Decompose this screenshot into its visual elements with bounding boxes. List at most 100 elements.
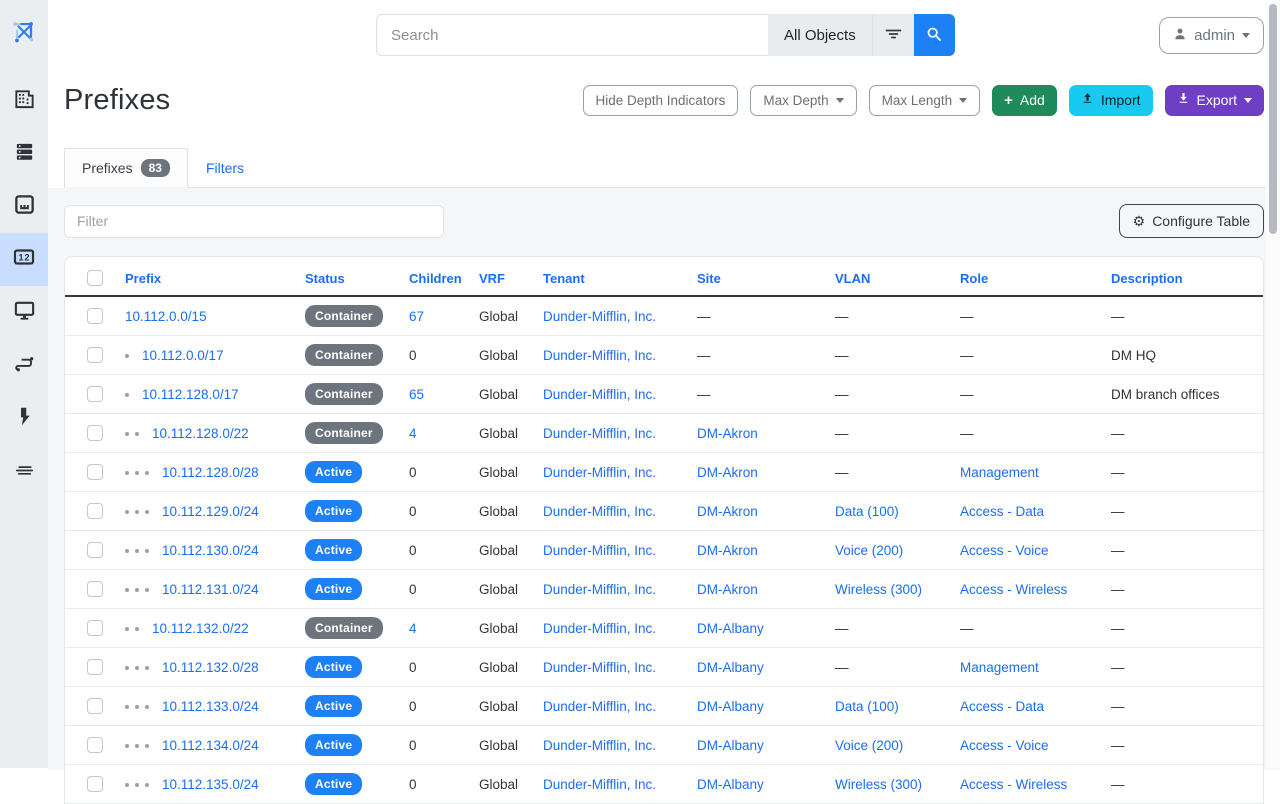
tenant-link[interactable]: Dunder-Mifflin, Inc. xyxy=(543,504,656,519)
tenant-link[interactable]: Dunder-Mifflin, Inc. xyxy=(543,465,656,480)
search-input[interactable] xyxy=(376,14,768,56)
row-checkbox[interactable] xyxy=(87,737,103,753)
vlan-link[interactable]: Wireless (300) xyxy=(835,777,922,792)
row-checkbox[interactable] xyxy=(87,776,103,792)
tenant-link[interactable]: Dunder-Mifflin, Inc. xyxy=(543,582,656,597)
max-depth-dropdown[interactable]: Max Depth xyxy=(750,85,856,116)
role-link[interactable]: Access - Wireless xyxy=(960,777,1067,792)
row-checkbox[interactable] xyxy=(87,347,103,363)
import-button[interactable]: Import xyxy=(1069,85,1153,116)
sidebar-item-power[interactable] xyxy=(0,392,48,445)
site-link[interactable]: DM-Albany xyxy=(697,777,764,792)
tenant-link[interactable]: Dunder-Mifflin, Inc. xyxy=(543,738,656,753)
hide-depth-indicators-button[interactable]: Hide Depth Indicators xyxy=(583,85,739,116)
site-link[interactable]: DM-Akron xyxy=(697,543,758,558)
select-all-checkbox[interactable] xyxy=(87,270,103,286)
row-checkbox[interactable] xyxy=(87,464,103,480)
sidebar-item-connections[interactable] xyxy=(0,180,48,233)
column-header-tenant[interactable]: Tenant xyxy=(533,257,687,296)
vlan-link[interactable]: Data (100) xyxy=(835,504,899,519)
max-length-dropdown[interactable]: Max Length xyxy=(869,85,981,116)
role-link[interactable]: Access - Wireless xyxy=(960,582,1067,597)
scrollbar-thumb[interactable] xyxy=(1269,4,1277,234)
tenant-link[interactable]: Dunder-Mifflin, Inc. xyxy=(543,348,656,363)
prefix-link[interactable]: 10.112.128.0/28 xyxy=(162,465,259,480)
row-checkbox[interactable] xyxy=(87,698,103,714)
tenant-link[interactable]: Dunder-Mifflin, Inc. xyxy=(543,621,656,636)
tenant-link[interactable]: Dunder-Mifflin, Inc. xyxy=(543,699,656,714)
role-link[interactable]: Access - Voice xyxy=(960,543,1049,558)
tenant-link[interactable]: Dunder-Mifflin, Inc. xyxy=(543,309,656,324)
column-header-description[interactable]: Description xyxy=(1101,257,1263,296)
sidebar-item-devices[interactable] xyxy=(0,127,48,180)
tenant-link[interactable]: Dunder-Mifflin, Inc. xyxy=(543,660,656,675)
site-link[interactable]: DM-Albany xyxy=(697,660,764,675)
tenant-link[interactable]: Dunder-Mifflin, Inc. xyxy=(543,543,656,558)
site-link[interactable]: DM-Akron xyxy=(697,426,758,441)
column-header-prefix[interactable]: Prefix xyxy=(115,257,295,296)
sidebar-item-virtualization[interactable] xyxy=(0,286,48,339)
prefix-link[interactable]: 10.112.132.0/28 xyxy=(162,660,259,675)
children-count-link[interactable]: 4 xyxy=(409,621,417,636)
children-count-link[interactable]: 65 xyxy=(409,387,424,402)
row-checkbox[interactable] xyxy=(87,620,103,636)
role-link[interactable]: Access - Voice xyxy=(960,738,1049,753)
add-button[interactable]: + Add xyxy=(992,85,1057,116)
row-checkbox[interactable] xyxy=(87,425,103,441)
scrollbar-track[interactable] xyxy=(1266,0,1280,768)
prefix-link[interactable]: 10.112.128.0/22 xyxy=(152,426,249,441)
column-header-role[interactable]: Role xyxy=(950,257,1101,296)
column-header-vrf[interactable]: VRF xyxy=(469,257,533,296)
prefix-link[interactable]: 10.112.132.0/22 xyxy=(152,621,249,636)
vlan-link[interactable]: Data (100) xyxy=(835,699,899,714)
role-link[interactable]: Management xyxy=(960,660,1039,675)
vlan-link[interactable]: Voice (200) xyxy=(835,543,903,558)
row-checkbox[interactable] xyxy=(87,308,103,324)
role-link[interactable]: Access - Data xyxy=(960,504,1044,519)
site-link[interactable]: DM-Akron xyxy=(697,465,758,480)
row-checkbox[interactable] xyxy=(87,503,103,519)
prefix-link[interactable]: 10.112.130.0/24 xyxy=(162,543,259,558)
site-link[interactable]: DM-Akron xyxy=(697,504,758,519)
column-header-vlan[interactable]: VLAN xyxy=(825,257,950,296)
prefix-link[interactable]: 10.112.135.0/24 xyxy=(162,777,259,792)
search-submit-button[interactable] xyxy=(914,14,955,56)
row-checkbox[interactable] xyxy=(87,386,103,402)
search-scope-button[interactable]: All Objects xyxy=(768,14,872,56)
quick-filter-input[interactable] xyxy=(64,205,444,238)
prefix-link[interactable]: 10.112.128.0/17 xyxy=(142,387,239,402)
tenant-link[interactable]: Dunder-Mifflin, Inc. xyxy=(543,426,656,441)
sidebar-item-misc[interactable] xyxy=(0,445,48,498)
site-link[interactable]: DM-Albany xyxy=(697,699,764,714)
column-header-site[interactable]: Site xyxy=(687,257,825,296)
column-header-children[interactable]: Children xyxy=(399,257,469,296)
prefix-link[interactable]: 10.112.133.0/24 xyxy=(162,699,259,714)
role-link[interactable]: Access - Data xyxy=(960,699,1044,714)
row-checkbox[interactable] xyxy=(87,659,103,675)
tab-filters[interactable]: Filters xyxy=(188,148,262,188)
site-link[interactable]: DM-Albany xyxy=(697,738,764,753)
vlan-link[interactable]: Wireless (300) xyxy=(835,582,922,597)
search-filter-button[interactable] xyxy=(872,14,914,56)
children-count-link[interactable]: 4 xyxy=(409,426,417,441)
sidebar-item-ipam[interactable]: 1 2 xyxy=(0,233,48,286)
sidebar-item-circuits[interactable] xyxy=(0,339,48,392)
site-link[interactable]: DM-Akron xyxy=(697,582,758,597)
row-checkbox[interactable] xyxy=(87,542,103,558)
netbox-logo[interactable] xyxy=(0,12,48,52)
tenant-link[interactable]: Dunder-Mifflin, Inc. xyxy=(543,777,656,792)
configure-table-button[interactable]: ⚙ Configure Table xyxy=(1119,204,1264,238)
user-menu-button[interactable]: admin xyxy=(1159,17,1264,54)
site-link[interactable]: DM-Albany xyxy=(697,621,764,636)
vlan-link[interactable]: Voice (200) xyxy=(835,738,903,753)
prefix-link[interactable]: 10.112.131.0/24 xyxy=(162,582,259,597)
export-dropdown[interactable]: Export xyxy=(1165,85,1264,116)
row-checkbox[interactable] xyxy=(87,581,103,597)
prefix-link[interactable]: 10.112.129.0/24 xyxy=(162,504,259,519)
tenant-link[interactable]: Dunder-Mifflin, Inc. xyxy=(543,387,656,402)
prefix-link[interactable]: 10.112.0.0/15 xyxy=(125,309,207,324)
role-link[interactable]: Management xyxy=(960,465,1039,480)
column-header-status[interactable]: Status xyxy=(295,257,399,296)
prefix-link[interactable]: 10.112.134.0/24 xyxy=(162,738,259,753)
children-count-link[interactable]: 67 xyxy=(409,309,424,324)
